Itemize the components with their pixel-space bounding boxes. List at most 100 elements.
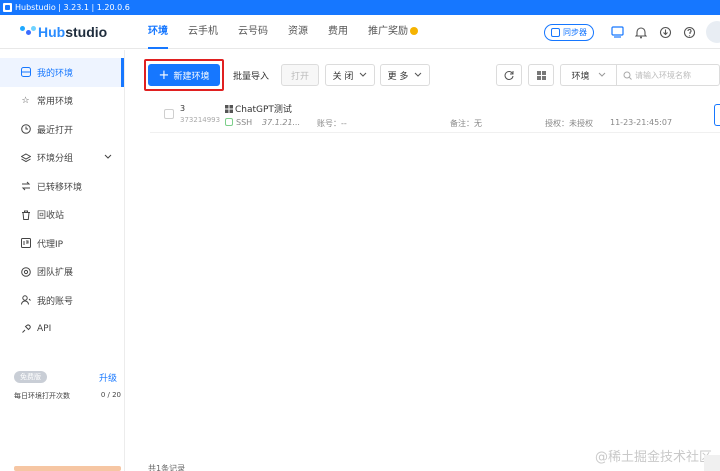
user-icon [20, 295, 31, 306]
plus-icon: + [158, 67, 170, 83]
row-open-button[interactable] [714, 104, 720, 126]
filter-select[interactable]: 环境 [560, 64, 616, 86]
more-dropdown[interactable]: 更 多 [380, 64, 430, 86]
sidebar-item-frequent[interactable]: ☆ 常用环境 [0, 87, 124, 116]
nav-tab-billing[interactable]: 费用 [318, 15, 358, 49]
close-label: 关 闭 [332, 71, 354, 82]
sidebar-item-label: 已转移环境 [37, 182, 83, 193]
grid-view-button[interactable] [528, 64, 554, 86]
main-nav: 环境 云手机 云号码 资源 费用 推广奖励 [138, 15, 428, 49]
row-env-name: ChatGPT测试 [225, 102, 292, 115]
star-icon: ☆ [21, 95, 30, 106]
filter-select-value: 环境 [571, 71, 590, 82]
sidebar-item-transferred[interactable]: 已转移环境 [0, 172, 124, 201]
sidebar-item-team[interactable]: 团队扩展 [0, 258, 124, 287]
layers-icon [20, 152, 31, 163]
nav-tab-referral[interactable]: 推广奖励 [358, 15, 428, 49]
transfer-icon [20, 181, 31, 192]
proxy-status-icon [225, 118, 233, 126]
chevron-down-icon [415, 72, 422, 77]
message-icon[interactable] [610, 25, 624, 39]
download-icon[interactable] [658, 25, 672, 39]
record-count: 共1条记录 [148, 464, 186, 471]
window-titlebar: Hubstudio | 3.23.1 | 1.20.0.6 [0, 0, 720, 15]
row-protocol: SSH [236, 118, 253, 127]
sidebar-item-label: API [37, 323, 52, 334]
daily-open-label: 每日环境打开次数 [14, 392, 70, 400]
sidebar-item-recent[interactable]: 最近打开 [0, 115, 124, 144]
more-label: 更 多 [387, 71, 409, 82]
sidebar-item-label: 常用环境 [37, 97, 74, 108]
promo-banner[interactable] [14, 466, 121, 471]
sync-label: 同步器 [563, 27, 587, 37]
sidebar-item-label: 回收站 [37, 211, 65, 222]
daily-open-quota: 每日环境打开次数 0 / 20 [14, 391, 121, 401]
nav-tab-cloud-phone[interactable]: 云手机 [178, 15, 228, 49]
nav-tab-cloud-number[interactable]: 云号码 [228, 15, 278, 49]
plan-badge: 免费版 [14, 371, 47, 383]
row-index: 3 [180, 104, 186, 113]
grid-icon [536, 70, 546, 80]
row-checkbox[interactable] [164, 109, 174, 119]
sidebar-item-label: 团队扩展 [37, 268, 74, 279]
sidebar-item-label: 我的环境 [37, 68, 74, 79]
refresh-button[interactable] [496, 64, 522, 86]
watermark: @稀土掘金技术社区 [594, 450, 712, 465]
brand-logo[interactable]: Hubstudio [20, 24, 138, 40]
chevron-down-icon [360, 72, 367, 77]
row-time: 11-23-21:45:07 [610, 118, 673, 127]
sidebar-item-my-environments[interactable]: 我的环境 [0, 58, 124, 87]
sidebar-item-groups[interactable]: 环境分组 [0, 144, 124, 173]
daily-open-value: 0 / 20 [100, 391, 121, 399]
pagination-dropdown[interactable] [704, 455, 720, 471]
row-authorization: 授权：未授权 [545, 119, 593, 128]
help-icon[interactable] [682, 25, 696, 39]
reward-badge-icon [410, 26, 418, 35]
row-proxy: SSH [225, 118, 252, 127]
row-account: 账号：-- [317, 119, 347, 128]
windows-icon [225, 105, 233, 113]
sidebar-item-label: 最近打开 [37, 125, 74, 136]
open-button[interactable]: 打开 [281, 64, 319, 86]
team-icon [20, 266, 31, 277]
new-environment-button[interactable]: + 新建环境 [148, 64, 220, 86]
search-icon [623, 71, 632, 80]
proxy-icon [20, 238, 31, 249]
brand-name: Hubstudio [38, 23, 108, 40]
chevron-down-icon[interactable] [104, 153, 112, 163]
new-environment-label: 新建环境 [173, 71, 210, 82]
close-dropdown[interactable]: 关 闭 [325, 64, 375, 86]
app-logo-icon [3, 3, 12, 12]
top-bar: Hubstudio 环境 云手机 云号码 资源 费用 推广奖励 同步器 [0, 15, 720, 49]
nav-tab-environment[interactable]: 环境 [138, 15, 178, 49]
search-placeholder: 请输入环境名称 [635, 70, 691, 80]
hubstudio-logo-icon [20, 25, 36, 38]
table-row[interactable]: 3 373214993 ChatGPT测试 SSH 37.1.21... 账号：… [150, 98, 720, 133]
sync-icon [551, 27, 560, 37]
sidebar-item-proxy-ip[interactable]: 代理IP [0, 229, 124, 258]
nav-tab-resources[interactable]: 资源 [278, 15, 318, 49]
trash-icon [20, 209, 31, 220]
plan-card: 免费版 升级 每日环境打开次数 0 / 20 [14, 371, 121, 411]
row-env-id: 373214993 [180, 116, 221, 124]
sidebar-item-recycle-bin[interactable]: 回收站 [0, 201, 124, 230]
batch-import-button[interactable]: 批量导入 [228, 64, 274, 86]
chevron-down-icon [598, 72, 605, 77]
sidebar-item-api[interactable]: API [0, 315, 124, 344]
api-icon [20, 323, 31, 334]
upgrade-link[interactable]: 升级 [99, 371, 117, 384]
sidebar-item-label: 我的账号 [37, 296, 74, 307]
synchronizer-button[interactable]: 同步器 [544, 23, 594, 41]
environment-icon [20, 67, 31, 78]
row-ip: 37.1.21... [262, 118, 301, 127]
refresh-icon [504, 71, 514, 80]
sidebar-item-account[interactable]: 我的账号 [0, 286, 124, 315]
row-env-name-text: ChatGPT测试 [235, 105, 292, 115]
avatar[interactable] [706, 21, 720, 43]
bell-icon[interactable] [634, 25, 648, 39]
nav-tab-referral-label: 推广奖励 [368, 25, 408, 37]
search-input[interactable]: 请输入环境名称 [616, 64, 720, 86]
clock-icon [20, 124, 31, 135]
top-right-actions: 同步器 [544, 15, 720, 49]
window-title: Hubstudio | 3.23.1 | 1.20.0.6 [15, 3, 130, 12]
